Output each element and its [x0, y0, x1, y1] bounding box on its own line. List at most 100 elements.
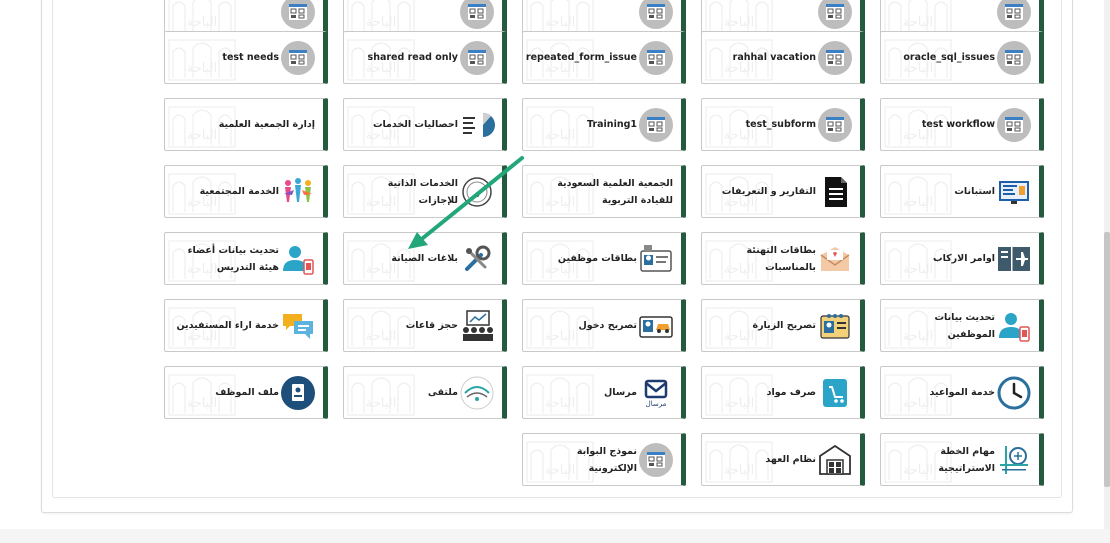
strategy-icon: [995, 442, 1033, 478]
tile-label: اوامر الاركاب: [933, 253, 995, 264]
gray-form-icon: [637, 0, 675, 30]
tile-test-subform[interactable]: الباحة test_subform: [701, 98, 865, 151]
tile-portal-form[interactable]: الباحة نموذج البوابة الإلكترونية: [522, 433, 686, 486]
tile-scientific-association[interactable]: الباحة إدارة الجمعية العلمية: [164, 98, 328, 151]
gray-form-icon: [995, 40, 1033, 76]
monitor-survey-icon: [995, 174, 1033, 210]
tools-icon: [458, 241, 496, 277]
tile-label: حجز قاعات: [405, 320, 458, 331]
gray-form-icon: [279, 0, 317, 30]
mursal-logo-icon: مرسال: [637, 375, 675, 411]
gray-form-icon: [995, 107, 1033, 143]
gray-form-icon: [637, 442, 675, 478]
tile-maintenance-reports[interactable]: الباحة بلاغات الصيانة: [343, 232, 507, 285]
employee-file-icon: [279, 375, 317, 411]
tile-label: إدارة الجمعية العلمية: [218, 119, 315, 130]
tile-label: ملتقى: [427, 387, 458, 398]
tile-label: استبانات: [954, 186, 995, 197]
tile-boarding-orders[interactable]: الباحة اوامر الاركاب: [880, 232, 1044, 285]
tile-label: test_subform: [745, 119, 816, 130]
tile-label: test needs: [222, 52, 279, 63]
tile-employee-cards[interactable]: الباحة بطاقات موظفين: [522, 232, 686, 285]
tile-appointments[interactable]: الباحة خدمة المواعيد: [880, 366, 1044, 419]
tile-reports-definitions[interactable]: الباحة التقارير و التعريفات: [701, 165, 865, 218]
tile-shared-read-only[interactable]: الباحة shared read only: [343, 31, 507, 84]
tile-faculty-data-update[interactable]: الباحة تحديث بيانات أعضاء هيئة التدريس: [164, 232, 328, 285]
cart-icon: [816, 375, 854, 411]
tile-multaqa[interactable]: الباحة ملتقى: [343, 366, 507, 419]
gray-form-icon: [458, 0, 496, 30]
tile-beneficiary-opinion[interactable]: الباحة خدمة اراء المستفيدين: [164, 299, 328, 352]
tile-label: Training1: [587, 119, 637, 130]
document-icon: [816, 174, 854, 210]
tile-employee-file[interactable]: الباحة ملف الموظف: [164, 366, 328, 419]
tile-label: خدمة المواعيد: [929, 387, 995, 398]
tile-services-stats[interactable]: الباحة احصاليات الخدمات: [343, 98, 507, 151]
tile-label: ملف الموظف: [215, 387, 279, 398]
tile-label: تصريح دخول: [578, 320, 637, 331]
tile-materials-disbursement[interactable]: الباحة صرف مواد: [701, 366, 865, 419]
tile-greeting-cards[interactable]: الباحة بطاقات التهنئة بالمناسبات: [701, 232, 865, 285]
airplane-ticket-icon: [995, 241, 1033, 277]
tile-label: الجمعية العلمية السعودية للقيادة التربوي…: [557, 177, 673, 206]
svg-text:ن: ن: [474, 189, 480, 198]
meeting-room-icon: [458, 308, 496, 344]
tile-label: shared read only: [367, 52, 458, 63]
tile-label: مهام الخطة الاستراتيجية: [938, 445, 995, 474]
tile-strategic-plan-tasks[interactable]: الباحة مهام الخطة الاستراتيجية: [880, 433, 1044, 486]
tile-employee-data-update[interactable]: الباحة تحديث بيانات الموظفين: [880, 299, 1044, 352]
pie-chart-icon: [458, 107, 496, 143]
tile-visit-permit[interactable]: الباحة تصريح الزيارة: [701, 299, 865, 352]
tile-label: repeated_form_issue: [525, 52, 637, 63]
tile-repeated-form-issue[interactable]: الباحة repeated_form_issue: [522, 31, 686, 84]
tile-label: التقارير و التعريفات: [721, 186, 816, 197]
gray-form-icon: [279, 40, 317, 76]
tile-rahhal-vacation[interactable]: الباحة rahhal vacation: [701, 31, 865, 84]
tile-label: الخدمات الذاتية للإجازات: [387, 177, 458, 206]
id-card-icon: [637, 241, 675, 277]
tile-test-needs[interactable]: الباحة test needs: [164, 31, 328, 84]
tile-mursal[interactable]: الباحة مرسال مرسال: [522, 366, 686, 419]
svg-text:مرسال: مرسال: [646, 400, 667, 408]
tile-label: نظام العهد: [765, 454, 816, 465]
leave-badge-icon: ن: [458, 174, 496, 210]
warehouse-icon: [816, 442, 854, 478]
gray-form-icon: [995, 0, 1033, 30]
tile-label: نموذج البوابة الإلكترونية: [576, 445, 637, 474]
tile-label: احصاليات الخدمات: [372, 119, 458, 130]
tile-saudi-association[interactable]: الباحة الجمعية العلمية السعودية للقيادة ا…: [522, 165, 686, 218]
gray-form-icon: [816, 40, 854, 76]
tile-label: تحديث بيانات الموظفين: [934, 311, 995, 340]
tile-surveys[interactable]: الباحة استبانات: [880, 165, 1044, 218]
permit-icon: [816, 308, 854, 344]
tile-label: rahhal vacation: [732, 52, 816, 63]
tile-label: الخدمة المجتمعية: [199, 186, 279, 197]
tile-training1[interactable]: الباحة Training1: [522, 98, 686, 151]
tile-community-service[interactable]: الباحة الخدمة المجتمعية: [164, 165, 328, 218]
gray-form-icon: [816, 107, 854, 143]
clock-icon: [995, 375, 1033, 411]
tile-hall-booking[interactable]: الباحة حجز قاعات: [343, 299, 507, 352]
tile-test-workflow[interactable]: الباحة test workflow: [880, 98, 1044, 151]
tile-entry-permit[interactable]: الباحة تصريح دخول: [522, 299, 686, 352]
tile-label: test workflow: [921, 119, 995, 130]
tile-label: بلاغات الصيانة: [391, 253, 458, 264]
tile-label: بطاقات التهنئة بالمناسبات: [746, 244, 816, 273]
user-phone-icon: [279, 241, 317, 277]
gray-form-icon: [816, 0, 854, 30]
tile-self-service-leave[interactable]: الباحة ن الخدمات الذاتية للإجازات: [343, 165, 507, 218]
tile-label: تحديث بيانات أعضاء هيئة التدريس: [187, 244, 279, 273]
tile-oracle-sql-issues[interactable]: الباحة oracle_sql_issues: [880, 31, 1044, 84]
tile-label: بطاقات موظفين: [557, 253, 637, 264]
scrollbar-track[interactable]: [1104, 0, 1110, 543]
user-phone-icon: [995, 308, 1033, 344]
services-grid: الباحة الباحة الباحة الباحة الباحة الباحة orac…: [0, 0, 1110, 543]
scrollbar-thumb[interactable]: [1104, 232, 1110, 487]
car-card-icon: [637, 308, 675, 344]
envelope-icon: [816, 241, 854, 277]
tile-label: مرسال: [604, 387, 637, 398]
tile-label: oracle_sql_issues: [903, 52, 995, 63]
tile-custody-system[interactable]: الباحة نظام العهد: [701, 433, 865, 486]
gray-form-icon: [637, 40, 675, 76]
chat-bubbles-icon: [279, 308, 317, 344]
